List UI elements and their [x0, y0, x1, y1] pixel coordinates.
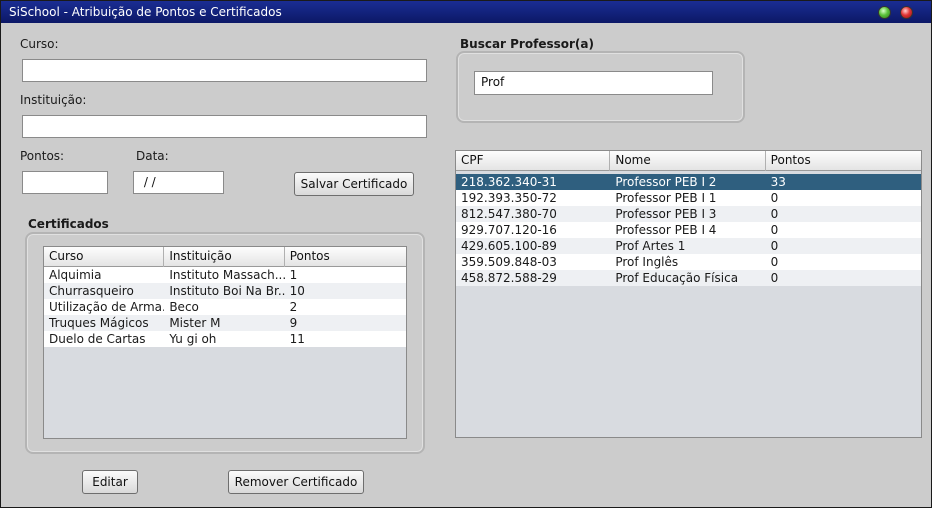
cell-pontos: 11 [289, 332, 305, 346]
cell-pontos: 1 [289, 268, 298, 282]
cell-curso: Duelo de Cartas [49, 332, 146, 346]
certificados-table-header: Curso Instituição Pontos [44, 247, 406, 267]
cell-curso: Utilização de Arma... [49, 300, 165, 314]
cell-cpf: 929.707.120-16 [461, 223, 557, 237]
instituicao-input[interactable] [22, 115, 427, 138]
cell-pontos: 0 [770, 255, 779, 269]
table-row[interactable]: 429.605.100-89 Prof Artes 1 0 [456, 238, 921, 254]
minimize-icon[interactable] [878, 6, 891, 19]
cell-pontos: 2 [289, 300, 298, 314]
column-header-nome[interactable]: Nome [610, 151, 766, 171]
cell-pontos: 9 [289, 316, 298, 330]
cell-curso: Truques Mágicos [49, 316, 149, 330]
cell-nome: Prof Inglês [615, 255, 679, 269]
cell-pontos: 0 [770, 271, 779, 285]
window-title: SiSchool - Atribuição de Pontos e Certif… [9, 5, 282, 19]
main-window: SiSchool - Atribuição de Pontos e Certif… [0, 0, 932, 508]
cell-pontos: 33 [770, 175, 786, 189]
cell-curso: Alquimia [49, 268, 102, 282]
remove-certificate-button[interactable]: Remover Certificado [228, 470, 364, 494]
column-header-instituicao[interactable]: Instituição [164, 247, 285, 267]
cell-instituicao: Mister M [169, 316, 221, 330]
table-row[interactable]: Truques Mágicos Mister M 9 [44, 315, 406, 331]
instituicao-label: Instituição: [20, 93, 87, 107]
cell-instituicao: Yu gi oh [169, 332, 217, 346]
cell-nome: Professor PEB I 1 [615, 191, 717, 205]
table-row[interactable]: Utilização de Arma... Beco 2 [44, 299, 406, 315]
cell-cpf: 812.547.380-70 [461, 207, 557, 221]
table-row[interactable]: 458.872.588-29 Prof Educação Física 0 [456, 270, 921, 286]
title-bar: SiSchool - Atribuição de Pontos e Certif… [1, 1, 931, 23]
cell-cpf: 192.393.350-72 [461, 191, 557, 205]
cell-cpf: 218.362.340-31 [461, 175, 557, 189]
professores-table-header: CPF Nome Pontos [456, 151, 921, 171]
close-icon[interactable] [900, 6, 913, 19]
table-row[interactable]: Churrasqueiro Instituto Boi Na Br... 10 [44, 283, 406, 299]
column-header-pontos[interactable]: Pontos [766, 151, 921, 171]
table-row[interactable]: Alquimia Instituto Massach... 1 [44, 267, 406, 283]
data-label: Data: [136, 149, 169, 163]
cell-nome: Professor PEB I 2 [615, 175, 717, 189]
cell-curso: Churrasqueiro [49, 284, 134, 298]
data-input[interactable]: / / [133, 171, 224, 194]
cell-nome: Prof Artes 1 [615, 239, 686, 253]
table-row[interactable]: 359.509.848-03 Prof Inglês 0 [456, 254, 921, 270]
cell-cpf: 458.872.588-29 [461, 271, 557, 285]
cell-nome: Professor PEB I 3 [615, 207, 717, 221]
column-header-pontos[interactable]: Pontos [285, 247, 406, 267]
cell-pontos: 0 [770, 223, 779, 237]
curso-label: Curso: [20, 37, 59, 51]
cell-instituicao: Beco [169, 300, 199, 314]
curso-input[interactable] [22, 59, 427, 82]
edit-button[interactable]: Editar [82, 470, 138, 494]
column-header-curso[interactable]: Curso [44, 247, 165, 267]
cell-pontos: 0 [770, 207, 779, 221]
table-row[interactable]: 812.547.380-70 Professor PEB I 3 0 [456, 206, 921, 222]
table-row[interactable]: Duelo de Cartas Yu gi oh 11 [44, 331, 406, 347]
buscar-professor-title: Buscar Professor(a) [460, 37, 594, 51]
professor-search-input[interactable]: Prof [474, 71, 713, 95]
pontos-input[interactable] [22, 171, 108, 194]
cell-instituicao: Instituto Massach... [169, 268, 285, 282]
certificados-title: Certificados [28, 217, 109, 231]
cell-nome: Professor PEB I 4 [615, 223, 717, 237]
table-row[interactable]: 192.393.350-72 Professor PEB I 1 0 [456, 190, 921, 206]
table-row[interactable]: 929.707.120-16 Professor PEB I 4 0 [456, 222, 921, 238]
cell-pontos: 10 [289, 284, 305, 298]
save-certificate-button[interactable]: Salvar Certificado [294, 172, 414, 196]
table-row-selected[interactable]: 218.362.340-31 Professor PEB I 2 33 [456, 174, 921, 190]
cell-instituicao: Instituto Boi Na Br... [169, 284, 285, 298]
pontos-label: Pontos: [20, 149, 65, 163]
cell-cpf: 429.605.100-89 [461, 239, 557, 253]
column-header-cpf[interactable]: CPF [456, 151, 611, 171]
cell-pontos: 0 [770, 191, 779, 205]
professores-table[interactable]: CPF Nome Pontos 218.362.340-31 Professor… [455, 150, 922, 438]
cell-nome: Prof Educação Física [615, 271, 739, 285]
cell-cpf: 359.509.848-03 [461, 255, 557, 269]
certificados-table[interactable]: Curso Instituição Pontos Alquimia Instit… [43, 246, 407, 439]
cell-pontos: 0 [770, 239, 779, 253]
